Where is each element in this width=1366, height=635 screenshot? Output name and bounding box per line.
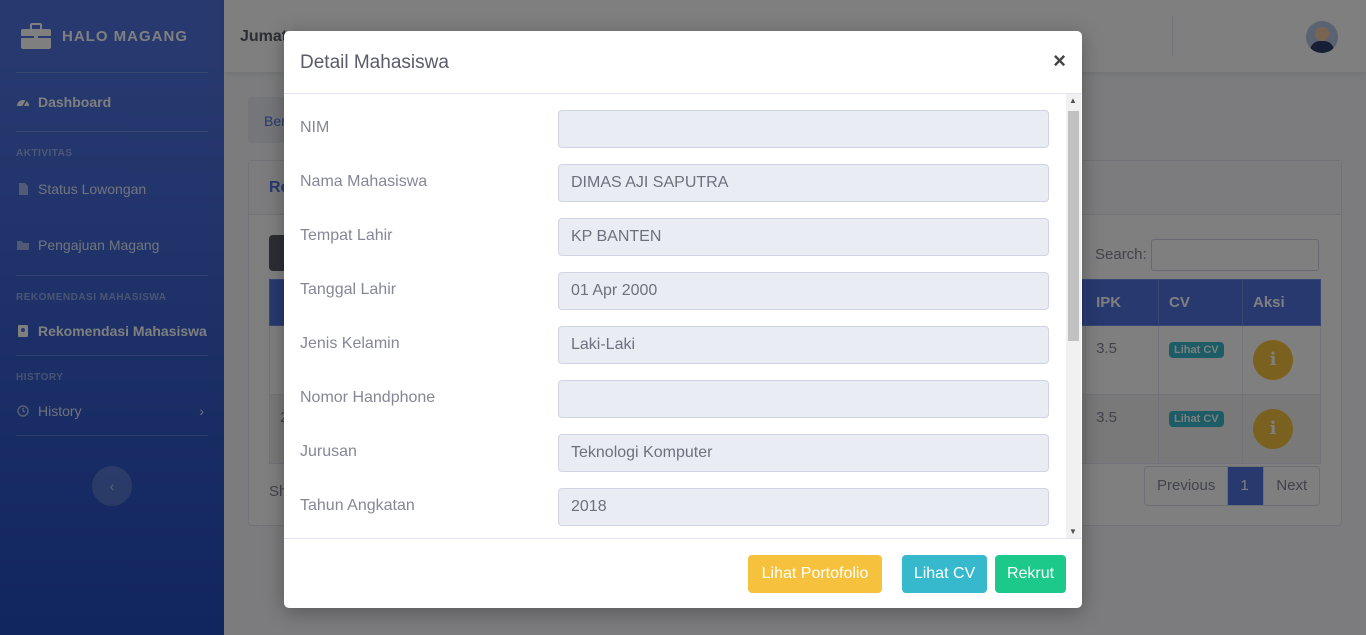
modal-header: Detail Mahasiswa × bbox=[284, 31, 1082, 94]
modal-scrollbar[interactable]: ▲ ▼ bbox=[1066, 94, 1081, 538]
rekrut-button[interactable]: Rekrut bbox=[995, 555, 1066, 593]
tahun-angkatan-field[interactable]: 2018 bbox=[558, 488, 1049, 526]
field-label: Jenis Kelamin bbox=[300, 335, 400, 352]
field-label: Tanggal Lahir bbox=[300, 281, 397, 298]
field-label: Jurusan bbox=[300, 443, 357, 460]
jurusan-field[interactable]: Teknologi Komputer bbox=[558, 434, 1049, 472]
modal-footer: Lihat Portofolio Lihat CV Rekrut bbox=[284, 538, 1082, 608]
field-label: Nama Mahasiswa bbox=[300, 173, 428, 190]
field-nama: Nama Mahasiswa DIMAS AJI SAPUTRA bbox=[300, 164, 1049, 202]
field-tempat-lahir: Tempat Lahir KP BANTEN bbox=[300, 218, 1049, 256]
field-jenis-kelamin: Jenis Kelamin Laki-Laki bbox=[300, 326, 1049, 364]
field-nomor-handphone: Nomor Handphone bbox=[300, 380, 1049, 418]
field-label: Nomor Handphone bbox=[300, 389, 436, 406]
field-label: Tempat Lahir bbox=[300, 227, 393, 244]
jenis-kelamin-field[interactable]: Laki-Laki bbox=[558, 326, 1049, 364]
tempat-lahir-field[interactable]: KP BANTEN bbox=[558, 218, 1049, 256]
lihat-cv-button[interactable]: Lihat CV bbox=[902, 555, 987, 593]
scrollbar-thumb[interactable] bbox=[1068, 111, 1079, 341]
nama-field[interactable]: DIMAS AJI SAPUTRA bbox=[558, 164, 1049, 202]
detail-mahasiswa-modal: Detail Mahasiswa × NIM Nama Mahasiswa DI… bbox=[284, 31, 1082, 608]
field-tanggal-lahir: Tanggal Lahir 01 Apr 2000 bbox=[300, 272, 1049, 310]
field-tahun-angkatan: Tahun Angkatan 2018 bbox=[300, 488, 1049, 526]
field-nim: NIM bbox=[300, 110, 1049, 148]
field-jurusan: Jurusan Teknologi Komputer bbox=[300, 434, 1049, 472]
modal-body: NIM Nama Mahasiswa DIMAS AJI SAPUTRA Tem… bbox=[284, 94, 1082, 538]
lihat-portofolio-button[interactable]: Lihat Portofolio bbox=[748, 555, 882, 593]
scroll-up-icon[interactable]: ▲ bbox=[1069, 96, 1077, 105]
field-label: NIM bbox=[300, 119, 330, 136]
field-label: Tahun Angkatan bbox=[300, 497, 415, 514]
tanggal-lahir-field[interactable]: 01 Apr 2000 bbox=[558, 272, 1049, 310]
nomor-handphone-field[interactable] bbox=[558, 380, 1049, 418]
modal-title: Detail Mahasiswa bbox=[300, 52, 449, 73]
close-icon[interactable]: × bbox=[1053, 49, 1066, 73]
nim-field[interactable] bbox=[558, 110, 1049, 148]
scroll-down-icon[interactable]: ▼ bbox=[1069, 527, 1077, 536]
